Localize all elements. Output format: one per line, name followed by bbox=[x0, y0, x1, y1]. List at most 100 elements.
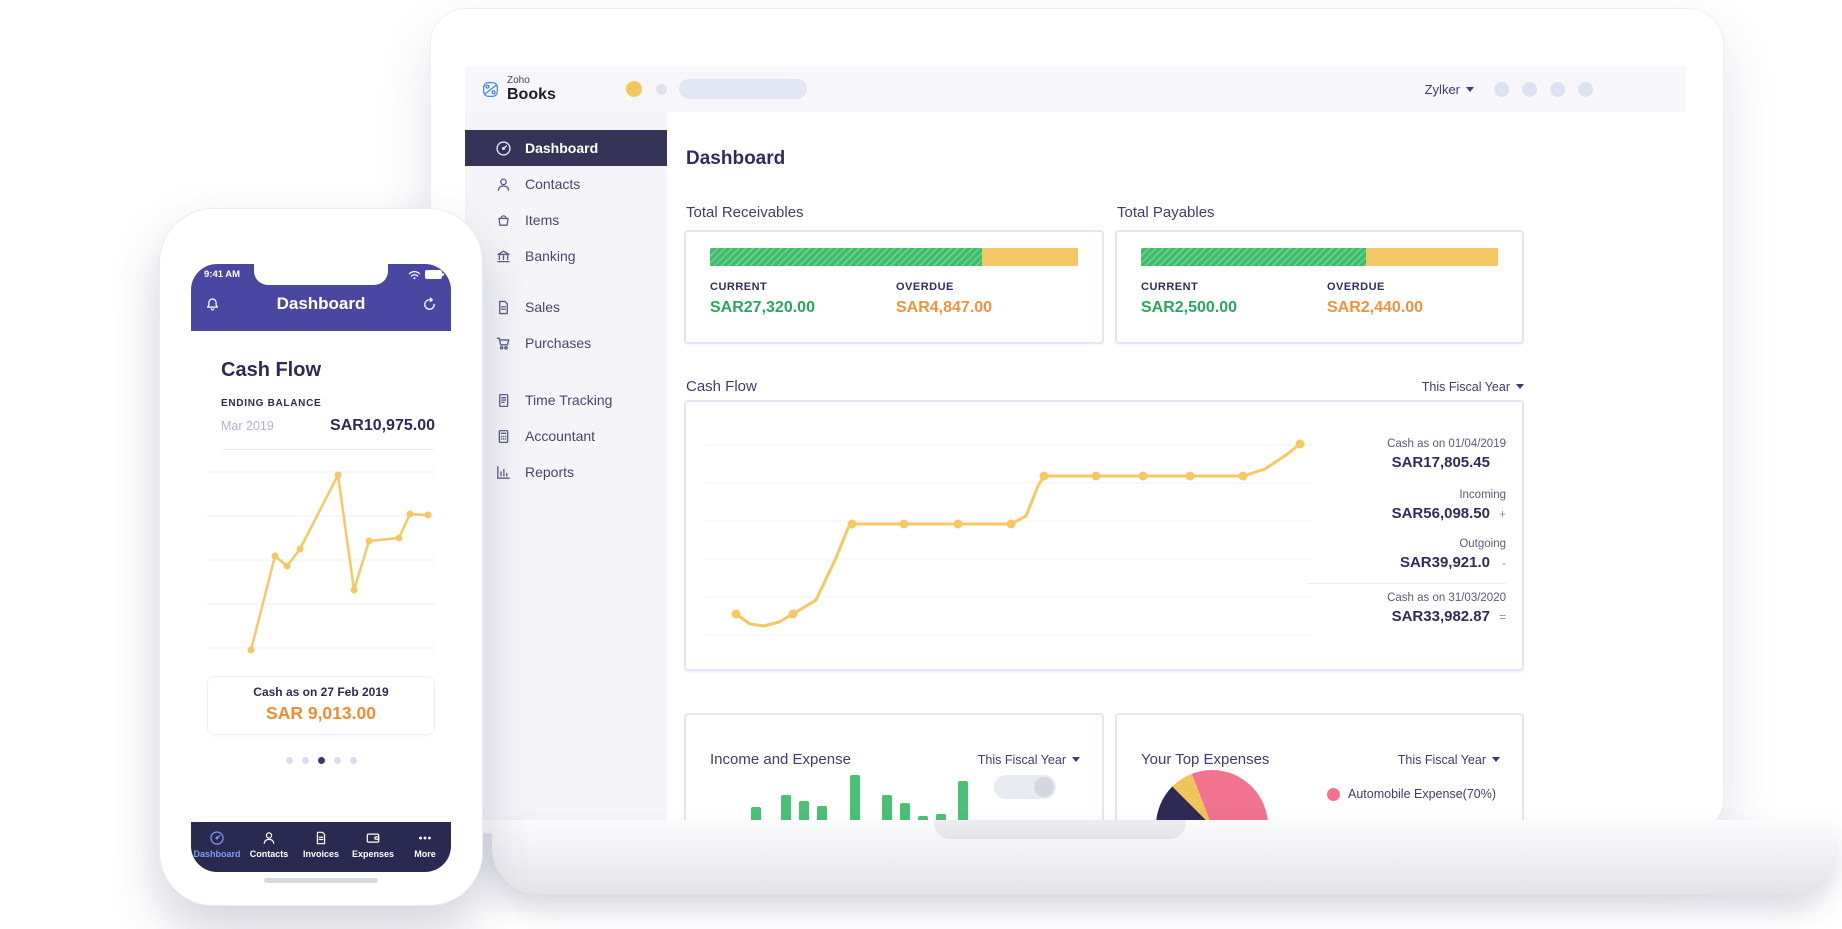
receivables-title: Total Receivables bbox=[686, 204, 804, 221]
home-indicator[interactable] bbox=[264, 878, 378, 883]
laptop-base-notch bbox=[934, 820, 1186, 839]
cash-flow-period-dropdown[interactable]: This Fiscal Year bbox=[1422, 380, 1524, 394]
receivables-progress-bar bbox=[710, 248, 1078, 266]
page: Zoho Books Zylker bbox=[0, 0, 1842, 929]
wallet-icon bbox=[365, 830, 381, 846]
sidebar-item-dashboard[interactable]: Dashboard bbox=[465, 130, 667, 166]
stat-label: Incoming bbox=[1306, 489, 1506, 501]
sidebar-label: Contacts bbox=[525, 176, 580, 192]
topbar-gray-dot[interactable] bbox=[656, 84, 667, 95]
topbar-yellow-dot[interactable] bbox=[626, 81, 642, 97]
income-bar bbox=[781, 795, 791, 820]
phone-tab-bar: Dashboard Contacts Invoices bbox=[191, 822, 451, 872]
phone-nav-bar: Dashboard bbox=[204, 294, 438, 314]
sidebar-item-reports[interactable]: Reports bbox=[465, 454, 667, 490]
sidebar-item-banking[interactable]: Banking bbox=[465, 238, 667, 274]
pager-dot[interactable] bbox=[334, 757, 341, 764]
sidebar-label: Time Tracking bbox=[525, 392, 612, 408]
income-expense-card: Income and Expense This Fiscal Year bbox=[684, 713, 1104, 820]
pager-dot[interactable] bbox=[286, 757, 293, 764]
payables-title: Total Payables bbox=[1117, 204, 1215, 221]
top-expenses-card: Your Top Expenses This Fiscal Year Autom… bbox=[1115, 713, 1524, 820]
person-icon bbox=[495, 176, 512, 193]
cart-icon bbox=[495, 335, 512, 352]
tab-invoices[interactable]: Invoices bbox=[295, 822, 347, 872]
stat-value: SAR39,921.0 - bbox=[1306, 554, 1506, 571]
phone-cash-card: Cash as on 27 Feb 2019 SAR 9,013.00 bbox=[207, 676, 435, 735]
sidebar-label: Accountant bbox=[525, 428, 595, 444]
zoho-books-logo-icon bbox=[482, 81, 499, 98]
sidebar-item-items[interactable]: Items bbox=[465, 202, 667, 238]
main-content: Dashboard Total Receivables Total Payabl… bbox=[667, 112, 1686, 820]
sidebar-label: Reports bbox=[525, 464, 574, 480]
stat-value: SAR17,805.45 bbox=[1306, 454, 1506, 471]
tab-label: Contacts bbox=[250, 849, 289, 859]
stat-label: Cash as on 31/03/2020 bbox=[1306, 592, 1506, 604]
org-dropdown[interactable]: Zylker bbox=[1425, 82, 1474, 97]
topbar-chip-2[interactable] bbox=[1522, 82, 1537, 97]
app-screen: Zoho Books Zylker bbox=[465, 54, 1686, 820]
sidebar-item-contacts[interactable]: Contacts bbox=[465, 166, 667, 202]
phone-mockup: 9:41 AM Dashboard bbox=[159, 208, 483, 906]
topbar-chip-1[interactable] bbox=[1494, 82, 1509, 97]
tab-dashboard[interactable]: Dashboard bbox=[191, 822, 243, 872]
income-bar bbox=[900, 803, 910, 820]
search-bar-placeholder[interactable] bbox=[679, 79, 807, 99]
payables-values: CURRENT SAR2,500.00 OVERDUE SAR2,440.00 bbox=[1141, 281, 1498, 317]
brand-books: Books bbox=[507, 87, 556, 103]
income-bar bbox=[751, 807, 761, 820]
topbar: Zoho Books Zylker bbox=[465, 66, 1686, 112]
accrual-cash-toggle[interactable] bbox=[994, 775, 1056, 799]
page-title: Dashboard bbox=[686, 148, 785, 170]
zoho-books-logo: Zoho Books bbox=[482, 76, 556, 103]
sidebar-item-purchases[interactable]: Purchases bbox=[465, 325, 667, 361]
overdue-value: SAR4,847.00 bbox=[896, 299, 992, 317]
tab-more[interactable]: More bbox=[399, 822, 451, 872]
tab-label: Expenses bbox=[352, 849, 394, 859]
bank-icon bbox=[495, 248, 512, 265]
topbar-chip-4[interactable] bbox=[1578, 82, 1593, 97]
refresh-icon[interactable] bbox=[421, 296, 438, 313]
pager-dot[interactable] bbox=[350, 757, 357, 764]
sidebar-label: Dashboard bbox=[525, 140, 598, 156]
person-icon bbox=[261, 830, 277, 846]
receivables-card: CURRENT SAR27,320.00 OVERDUE SAR4,847.00 bbox=[684, 230, 1104, 344]
tab-label: Dashboard bbox=[193, 849, 240, 859]
wifi-icon bbox=[408, 270, 421, 280]
status-time: 9:41 AM bbox=[204, 269, 240, 280]
top-expenses-period-dropdown[interactable]: This Fiscal Year bbox=[1398, 753, 1500, 767]
stat-amount: SAR17,805.45 bbox=[1392, 454, 1490, 471]
brand-zoho: Zoho bbox=[507, 76, 556, 86]
chevron-down-icon bbox=[1492, 757, 1500, 762]
current-value: SAR2,500.00 bbox=[1141, 299, 1327, 317]
more-dots-icon bbox=[417, 830, 433, 846]
tab-expenses[interactable]: Expenses bbox=[347, 822, 399, 872]
stat-value: SAR33,982.87 = bbox=[1306, 608, 1506, 625]
period-label: This Fiscal Year bbox=[1398, 753, 1486, 767]
sidebar-item-sales[interactable]: Sales bbox=[465, 289, 667, 325]
topbar-chip-3[interactable] bbox=[1550, 82, 1565, 97]
pager-dot[interactable] bbox=[302, 757, 309, 764]
ending-balance-label: ENDING BALANCE bbox=[221, 398, 451, 409]
invoice-icon bbox=[313, 830, 329, 846]
legend-color-dot bbox=[1327, 788, 1340, 801]
cash-flow-line-chart bbox=[698, 412, 1323, 662]
sidebar-item-time-tracking[interactable]: Time Tracking bbox=[465, 382, 667, 418]
sidebar-item-accountant[interactable]: Accountant bbox=[465, 418, 667, 454]
legend-label: Automobile Expense(70%) bbox=[1348, 787, 1496, 801]
tab-contacts[interactable]: Contacts bbox=[243, 822, 295, 872]
stat-amount: SAR56,098.50 bbox=[1392, 505, 1490, 522]
payables-progress-bar bbox=[1141, 248, 1498, 266]
pager-dot-active[interactable] bbox=[318, 757, 325, 764]
top-expenses-header: Your Top Expenses This Fiscal Year bbox=[1117, 715, 1522, 768]
phone-section-title: Cash Flow bbox=[221, 359, 451, 382]
bell-icon[interactable] bbox=[204, 296, 221, 313]
phone-content: Cash Flow ENDING BALANCE Mar 2019 SAR10,… bbox=[191, 359, 451, 764]
gauge-icon bbox=[495, 140, 512, 157]
top-expenses-pie-chart bbox=[1156, 770, 1268, 820]
topbar-right: Zylker bbox=[1425, 82, 1686, 97]
divider bbox=[221, 449, 435, 450]
phone-cash-flow-line-chart bbox=[205, 454, 437, 672]
income-bar bbox=[958, 781, 968, 820]
sidebar-label: Items bbox=[525, 212, 559, 228]
